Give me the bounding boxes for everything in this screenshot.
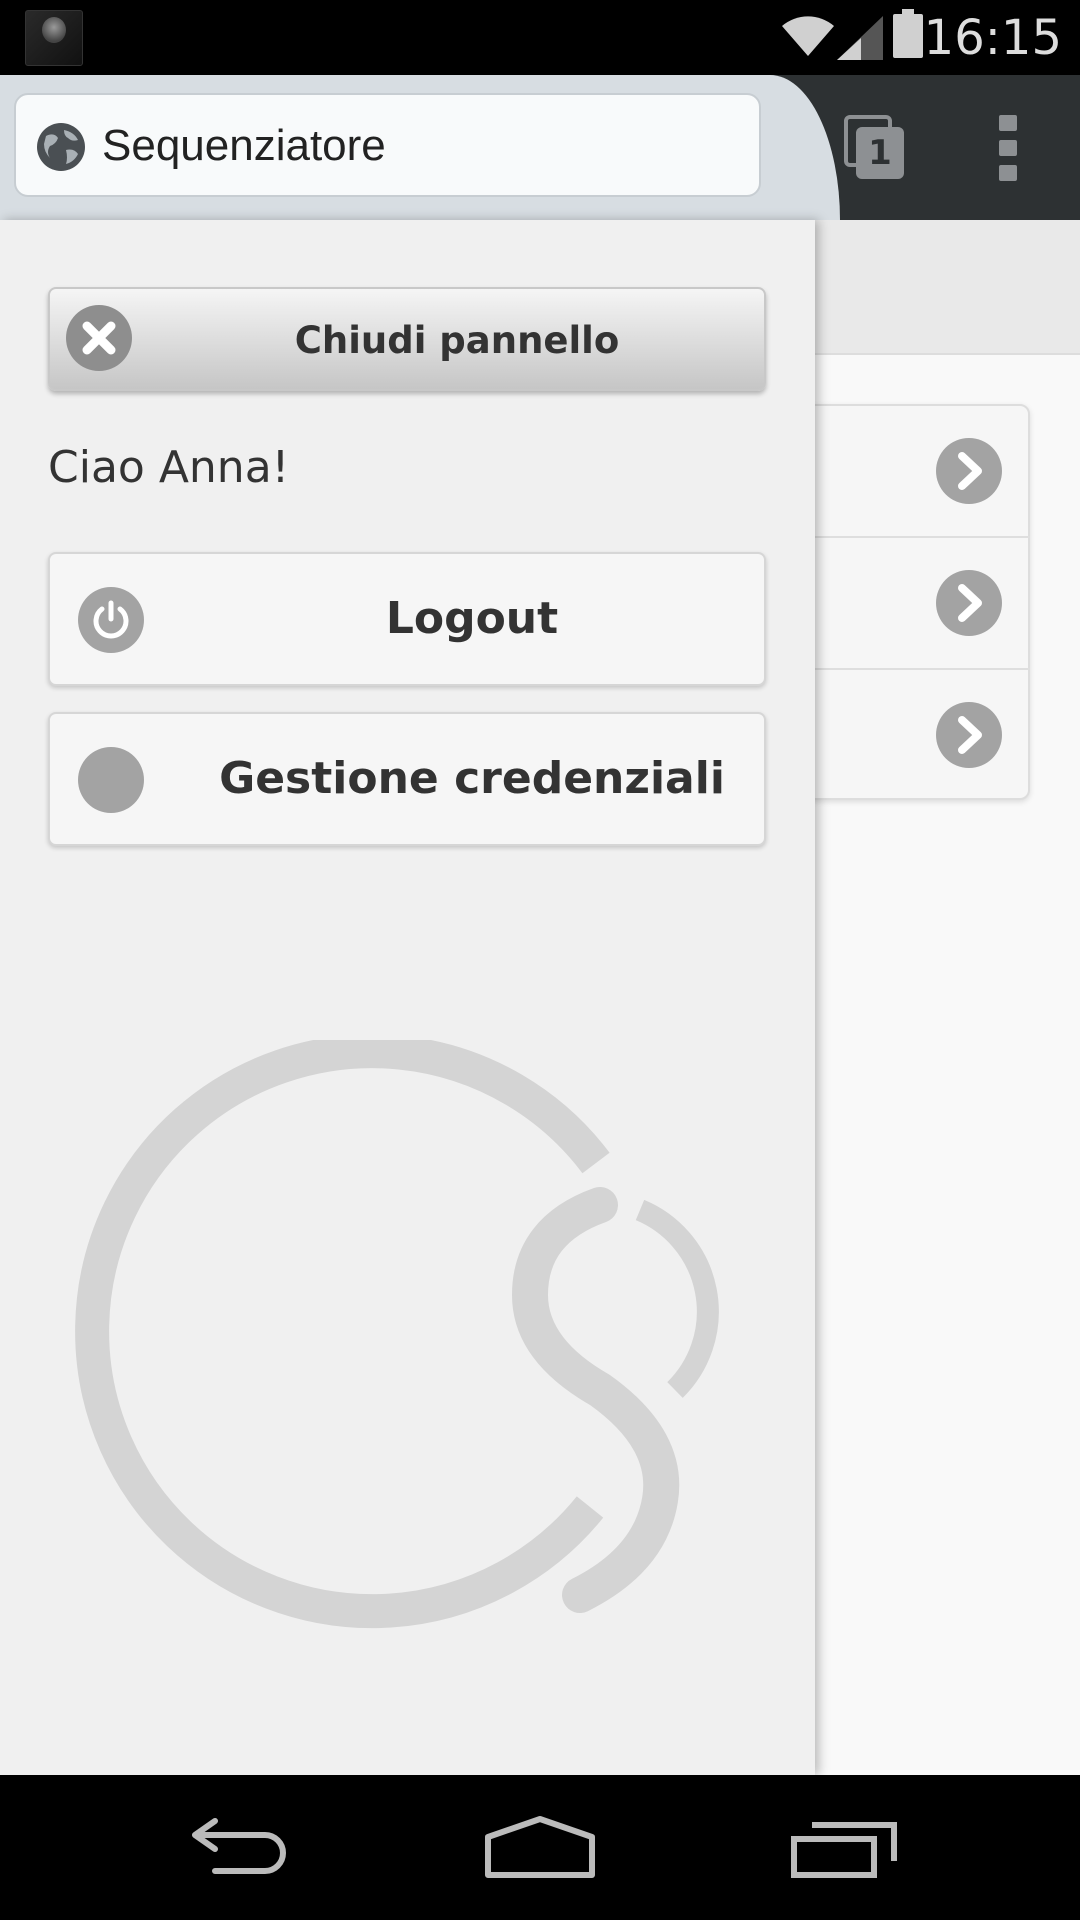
tabs-button[interactable]: 1: [840, 113, 910, 181]
logout-button[interactable]: Logout: [48, 552, 766, 686]
power-icon: [78, 587, 144, 653]
signal-icon: [837, 16, 883, 60]
wifi-icon: [782, 16, 834, 56]
close-panel-label: Chiudi pannello: [294, 319, 620, 362]
chevron-right-icon[interactable]: [936, 570, 1002, 636]
battery-icon: [893, 9, 923, 58]
logout-label: Logout: [385, 593, 559, 644]
status-bar: 16:15: [0, 0, 1080, 75]
globe-icon: [37, 123, 85, 171]
overflow-menu-icon[interactable]: [995, 115, 1025, 181]
url-bar[interactable]: Sequenziatore: [14, 93, 761, 197]
close-panel-button[interactable]: Chiudi pannello: [48, 287, 766, 391]
side-panel: Chiudi pannello Ciao Anna! Logout Gestio…: [0, 220, 815, 1775]
logo-watermark: [75, 1040, 719, 1629]
home-icon[interactable]: [480, 1815, 600, 1885]
circle-icon: [78, 747, 144, 813]
greeting-text: Ciao Anna!: [48, 442, 290, 493]
chevron-right-icon[interactable]: [936, 438, 1002, 504]
browser-toolbar: Sequenziatore 1: [0, 75, 1080, 220]
recent-apps-icon[interactable]: [790, 1815, 900, 1885]
close-icon: [66, 305, 132, 371]
navigation-bar: [0, 1775, 1080, 1920]
back-icon[interactable]: [185, 1815, 295, 1885]
browser-tab: Sequenziatore: [0, 75, 840, 220]
url-text: Sequenziatore: [102, 121, 386, 170]
credentials-label: Gestione credenziali: [219, 753, 725, 804]
chevron-right-icon[interactable]: [936, 702, 1002, 768]
tab-count: 1: [856, 127, 904, 179]
notification-thumbnail: [25, 10, 83, 66]
credentials-button[interactable]: Gestione credenziali: [48, 712, 766, 846]
status-clock: 16:15: [923, 10, 1062, 66]
